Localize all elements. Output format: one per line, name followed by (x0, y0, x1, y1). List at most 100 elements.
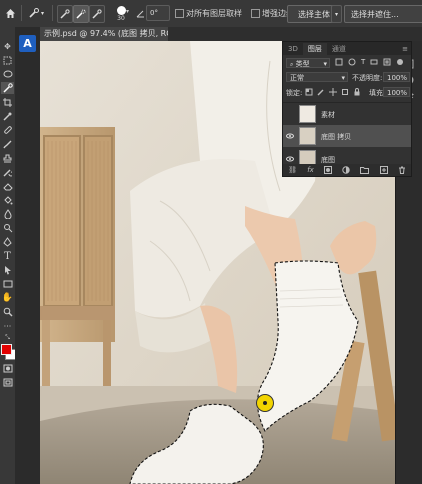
lock-label: 锁定: (286, 89, 303, 97)
fx-icon[interactable]: fx (307, 166, 314, 174)
layer-name[interactable]: 底图 拷贝 (321, 132, 351, 142)
lock-all-icon[interactable] (353, 88, 361, 96)
quick-selection-tool[interactable] (1, 82, 14, 94)
adobe-fonts-button[interactable]: A (19, 35, 36, 52)
more-tools[interactable]: ··· (1, 320, 14, 332)
blend-mode-select[interactable]: 正常 ▾ (286, 72, 348, 82)
brush-size-value: 30 (117, 15, 125, 22)
select-and-mask-button[interactable]: 选择并遮住... (344, 5, 422, 23)
lasso-icon (3, 70, 12, 77)
clone-stamp-tool[interactable] (1, 152, 14, 164)
eye-icon[interactable] (286, 132, 294, 140)
gradient-tool[interactable] (1, 194, 14, 206)
quick-mask-tool[interactable] (1, 362, 14, 374)
lock-transparent-icon[interactable] (305, 88, 313, 96)
layers-panel-tabs: 3D 图层 通道 ≡ (283, 42, 411, 55)
move-tool[interactable]: ✥ (1, 40, 14, 52)
layer-row-ditu-copy[interactable]: 底图 拷贝 (283, 125, 411, 147)
layer-name[interactable]: 底图 (321, 155, 335, 164)
new-selection-button[interactable] (57, 5, 73, 23)
brush-subtract-icon (92, 9, 102, 19)
eyedropper-icon (3, 112, 12, 121)
zoom-tool[interactable] (1, 306, 14, 318)
document-tab[interactable]: 示例.psd @ 97.4% (底图 拷贝, RGB/8#) * (40, 27, 168, 41)
screen-mode-tool[interactable] (1, 376, 14, 388)
angle-input[interactable]: 0° (146, 5, 170, 21)
type-filter-icon[interactable]: T (361, 58, 365, 66)
home-button[interactable] (3, 5, 17, 21)
angle-icon (136, 10, 144, 17)
filter-toggle-icon[interactable] (396, 58, 404, 66)
link-icon[interactable]: ⛓ (288, 166, 297, 174)
opacity-input[interactable]: 100% (383, 72, 410, 82)
chevron-down-icon[interactable]: ▾ (126, 8, 129, 15)
tab-3d[interactable]: 3D (283, 43, 303, 55)
chevron-down-icon: ▾ (334, 10, 338, 18)
new-layer-icon[interactable] (379, 166, 388, 174)
panel-menu-icon[interactable]: ≡ (402, 43, 408, 55)
pixel-filter-icon[interactable] (335, 58, 343, 66)
artboard-icon[interactable] (341, 88, 349, 96)
trash-icon[interactable] (398, 166, 406, 174)
eraser-tool[interactable] (1, 180, 14, 192)
layer-name[interactable]: 素材 (321, 110, 335, 120)
blend-mode-value: 正常 (290, 74, 304, 82)
swap-colors[interactable]: ⤡ (1, 334, 14, 342)
fill-input[interactable]: 100% (383, 87, 410, 97)
group-icon[interactable] (360, 166, 370, 174)
layers-panel: 3D 图层 通道 ≡ ⌕ 类型 ▾ T 正常 ▾ 不透明度: 100% 锁定: … (282, 41, 412, 177)
enhance-edge-checkbox[interactable] (251, 9, 260, 18)
quick-selection-icon (2, 83, 13, 93)
layer-row-ditu[interactable]: 底图 (283, 148, 411, 164)
foreground-color-swatch[interactable] (1, 344, 12, 355)
crop-tool[interactable] (1, 96, 14, 108)
select-subject-label: 选择主体 (298, 9, 330, 19)
layer-row-sucai[interactable]: 素材 (283, 102, 411, 125)
eyedropper-tool[interactable] (1, 110, 14, 122)
lasso-tool[interactable] (1, 68, 14, 80)
lock-position-icon[interactable] (329, 88, 337, 96)
screen-mode-icon (3, 378, 12, 386)
history-brush-tool[interactable] (1, 166, 14, 178)
visibility-toggle[interactable] (286, 110, 294, 118)
dodge-icon (3, 224, 12, 233)
tab-layers[interactable]: 图层 (302, 43, 327, 55)
marquee-tool[interactable] (1, 54, 14, 66)
type-tool[interactable]: T (1, 250, 14, 262)
lock-pixels-icon[interactable] (317, 88, 325, 96)
subtract-from-selection-button[interactable] (89, 5, 105, 23)
chevron-down-icon: ▾ (341, 74, 345, 82)
bandage-icon (3, 126, 12, 134)
separator (52, 5, 53, 21)
blur-tool[interactable] (1, 208, 14, 220)
tool-preset-picker[interactable]: ▾ (25, 5, 47, 21)
stamp-icon (3, 154, 12, 162)
hand-tool[interactable]: ✋ (1, 292, 14, 304)
healing-brush-tool[interactable] (1, 124, 14, 136)
arrow-icon (4, 266, 11, 275)
document-tab-title: 示例.psd @ 97.4% (底图 拷贝, RGB/8#) * (44, 29, 168, 38)
adjustment-icon[interactable] (342, 166, 350, 174)
brush-icon (3, 140, 12, 148)
tab-channels[interactable]: 通道 (327, 43, 351, 55)
smart-object-filter-icon[interactable] (383, 58, 391, 66)
opacity-value: 100% (387, 74, 408, 82)
brush-size-picker[interactable]: 30 (107, 3, 135, 25)
add-to-selection-button[interactable] (73, 5, 89, 23)
pen-tool[interactable] (1, 236, 14, 248)
path-selection-tool[interactable] (1, 264, 14, 276)
rectangle-tool[interactable] (1, 278, 14, 290)
filter-kind-select[interactable]: ⌕ 类型 ▾ (286, 58, 330, 68)
mask-icon[interactable] (324, 166, 332, 174)
brush-tool[interactable] (1, 138, 14, 150)
dodge-tool[interactable] (1, 222, 14, 234)
sample-all-layers-checkbox[interactable] (175, 9, 184, 18)
shape-filter-icon[interactable] (370, 58, 378, 66)
brush-cursor (256, 394, 274, 412)
select-subject-dropdown[interactable]: ▾ (331, 5, 342, 23)
select-and-mask-label: 选择并遮住... (351, 9, 399, 19)
adjustment-filter-icon[interactable] (348, 58, 356, 66)
a-icon: A (23, 37, 32, 50)
separator (21, 5, 22, 21)
eye-icon[interactable] (286, 155, 294, 163)
